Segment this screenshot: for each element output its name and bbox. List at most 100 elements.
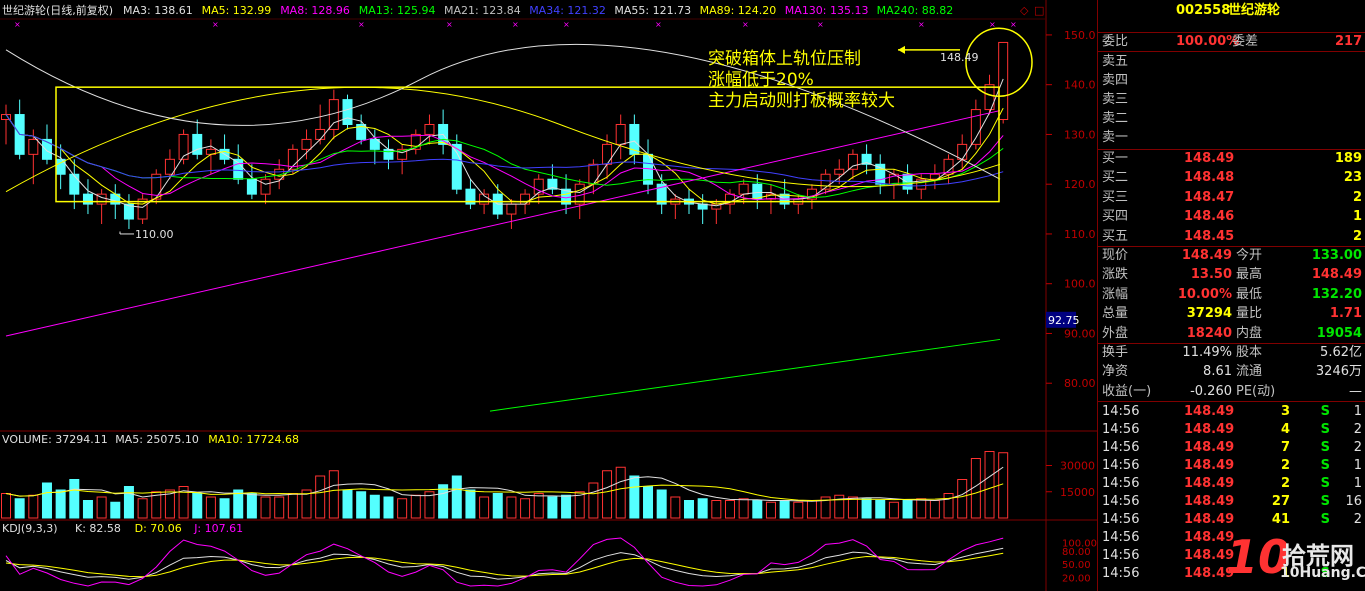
volume-bar: [123, 486, 134, 519]
ask-row: 卖三: [1098, 91, 1365, 109]
volume-bar: [861, 498, 872, 519]
volume-bar: [724, 500, 735, 519]
webi-value: 100.00%: [1176, 34, 1240, 49]
stat-row: 净资 8.61 流通 3246万: [1098, 363, 1365, 381]
ma-legend-item: MA89: 124.20: [700, 4, 777, 17]
candle-body: [970, 109, 981, 145]
tick-volume: 4: [1280, 422, 1290, 437]
bid-price: 148.47: [1184, 189, 1235, 205]
volume-bar: [14, 498, 25, 519]
volume-bar: [219, 498, 230, 519]
bid-label: 买四: [1102, 209, 1129, 225]
volume-bar: [738, 498, 749, 519]
tick-price: 148.49: [1184, 476, 1235, 491]
ask-label: 卖五: [1102, 54, 1129, 69]
volume-bar: [1, 493, 11, 519]
volume-bar: [984, 451, 995, 519]
quote-panel: 002558 世纪游轮 委比 100.00% 委差 217 卖五 卖四 卖三 卖二 卖一…: [1097, 0, 1365, 591]
event-marker-icon: ×: [655, 20, 662, 29]
tick-row: 14:56 148.49 27 S 16: [1098, 493, 1365, 511]
volume-bar: [82, 500, 93, 519]
tick-side: S: [1320, 476, 1330, 491]
volume-bar: [41, 482, 52, 519]
stat-value: 148.49: [1311, 267, 1362, 283]
bid-volume: 2: [1352, 189, 1362, 205]
stat-label: 股本: [1236, 345, 1263, 360]
stat-value: 18240: [1186, 325, 1232, 341]
kline-chart[interactable]: 150.0 140.0 130.0 120.0 110.0 100.0 90.00 80.00…: [0, 0, 1097, 591]
tick-volume: 7: [1280, 440, 1290, 455]
tick-price: 148.49: [1184, 458, 1235, 473]
chart-title: 世纪游轮(日线,前复权): [2, 3, 113, 17]
tick-price: 148.49: [1184, 404, 1235, 419]
candle-body: [752, 183, 763, 200]
ma-legend-item: MA5: 132.99: [202, 4, 272, 17]
event-marker-icon: ×: [14, 20, 21, 29]
volume-bar: [656, 489, 667, 519]
volume-bar: [465, 489, 476, 519]
ma-legend-item: MA55: 121.73: [614, 4, 691, 17]
bid-label: 买五: [1102, 228, 1129, 244]
tick-time: 14:56: [1102, 566, 1140, 581]
webi-label: 委比: [1102, 34, 1129, 49]
tick-row: 14:56 148.49 7 S 2: [1098, 439, 1365, 457]
volume-bar: [697, 498, 708, 519]
event-marker-icon: ×: [742, 20, 749, 29]
ask-row: 卖一: [1098, 129, 1365, 147]
tick-time: 14:56: [1102, 548, 1140, 563]
stat-value: —: [1349, 383, 1362, 399]
price-tick-label: 80.00: [1064, 377, 1096, 390]
ma-legend-item: MA13: 125.94: [359, 4, 436, 17]
stat-label: 今开: [1236, 248, 1263, 263]
volume-bar: [410, 494, 421, 519]
stat-value: 1.71: [1329, 306, 1362, 322]
ma-legend-item: MA130: 135.13: [785, 4, 869, 17]
ma-legend-item: MA34: 121.32: [529, 4, 606, 17]
price-tick-label: 90.00: [1064, 327, 1096, 340]
candle-body: [315, 128, 326, 140]
bid-volume: 2: [1352, 228, 1362, 244]
tick-time: 14:56: [1102, 422, 1140, 437]
price-tick-label: 100.0: [1064, 278, 1096, 291]
volume-bar: [875, 500, 886, 519]
stock-code: 002558: [1176, 3, 1231, 18]
stat-label: 量比: [1236, 306, 1263, 322]
tick-time: 14:56: [1102, 440, 1140, 455]
volume-bar: [246, 493, 257, 519]
bid-price: 148.49: [1184, 151, 1235, 166]
candle-body: [738, 183, 749, 195]
tick-side: S: [1320, 494, 1330, 509]
candle-body: [383, 148, 394, 160]
volume-bar: [547, 496, 558, 519]
candle-body: [847, 153, 858, 170]
candle-body: [998, 41, 1009, 121]
ma-legend-item: MA240: 88.82: [877, 4, 954, 17]
stat-row: 总量 37294 量比 1.71: [1098, 305, 1365, 323]
volume-bar: [957, 479, 968, 519]
annotation-text: 涨幅低于20%: [708, 70, 814, 90]
volume-bar: [916, 498, 927, 519]
event-marker-icon: ×: [563, 20, 570, 29]
volume-bar: [28, 494, 39, 519]
tick-volume: 2: [1280, 476, 1290, 491]
event-marker-icon: ×: [212, 20, 219, 29]
stat-value: 37294: [1186, 306, 1232, 322]
volume-bar: [643, 486, 654, 519]
stat-label: 外盘: [1102, 325, 1129, 341]
stat-row: 涨跌 13.50 最高 148.49: [1098, 266, 1365, 284]
stat-value: 132.20: [1311, 286, 1362, 302]
bid-volume: 23: [1343, 170, 1362, 186]
event-marker-icon: ×: [817, 20, 824, 29]
volume-bar: [397, 498, 408, 519]
volume-bar: [328, 470, 339, 519]
watermark: 10 拾荒网 10Huang.CN: [1226, 532, 1365, 588]
stat-value: 8.61: [1203, 364, 1232, 380]
volume-bar: [520, 498, 531, 519]
tick-volume: 2: [1280, 458, 1290, 473]
tick-count: 1: [1353, 458, 1362, 473]
volume-bar: [615, 466, 626, 519]
tick-count: 1: [1353, 476, 1362, 491]
stat-label: 收益(一): [1102, 383, 1152, 399]
volume-bar: [205, 496, 216, 519]
tick-count: 2: [1353, 440, 1362, 455]
